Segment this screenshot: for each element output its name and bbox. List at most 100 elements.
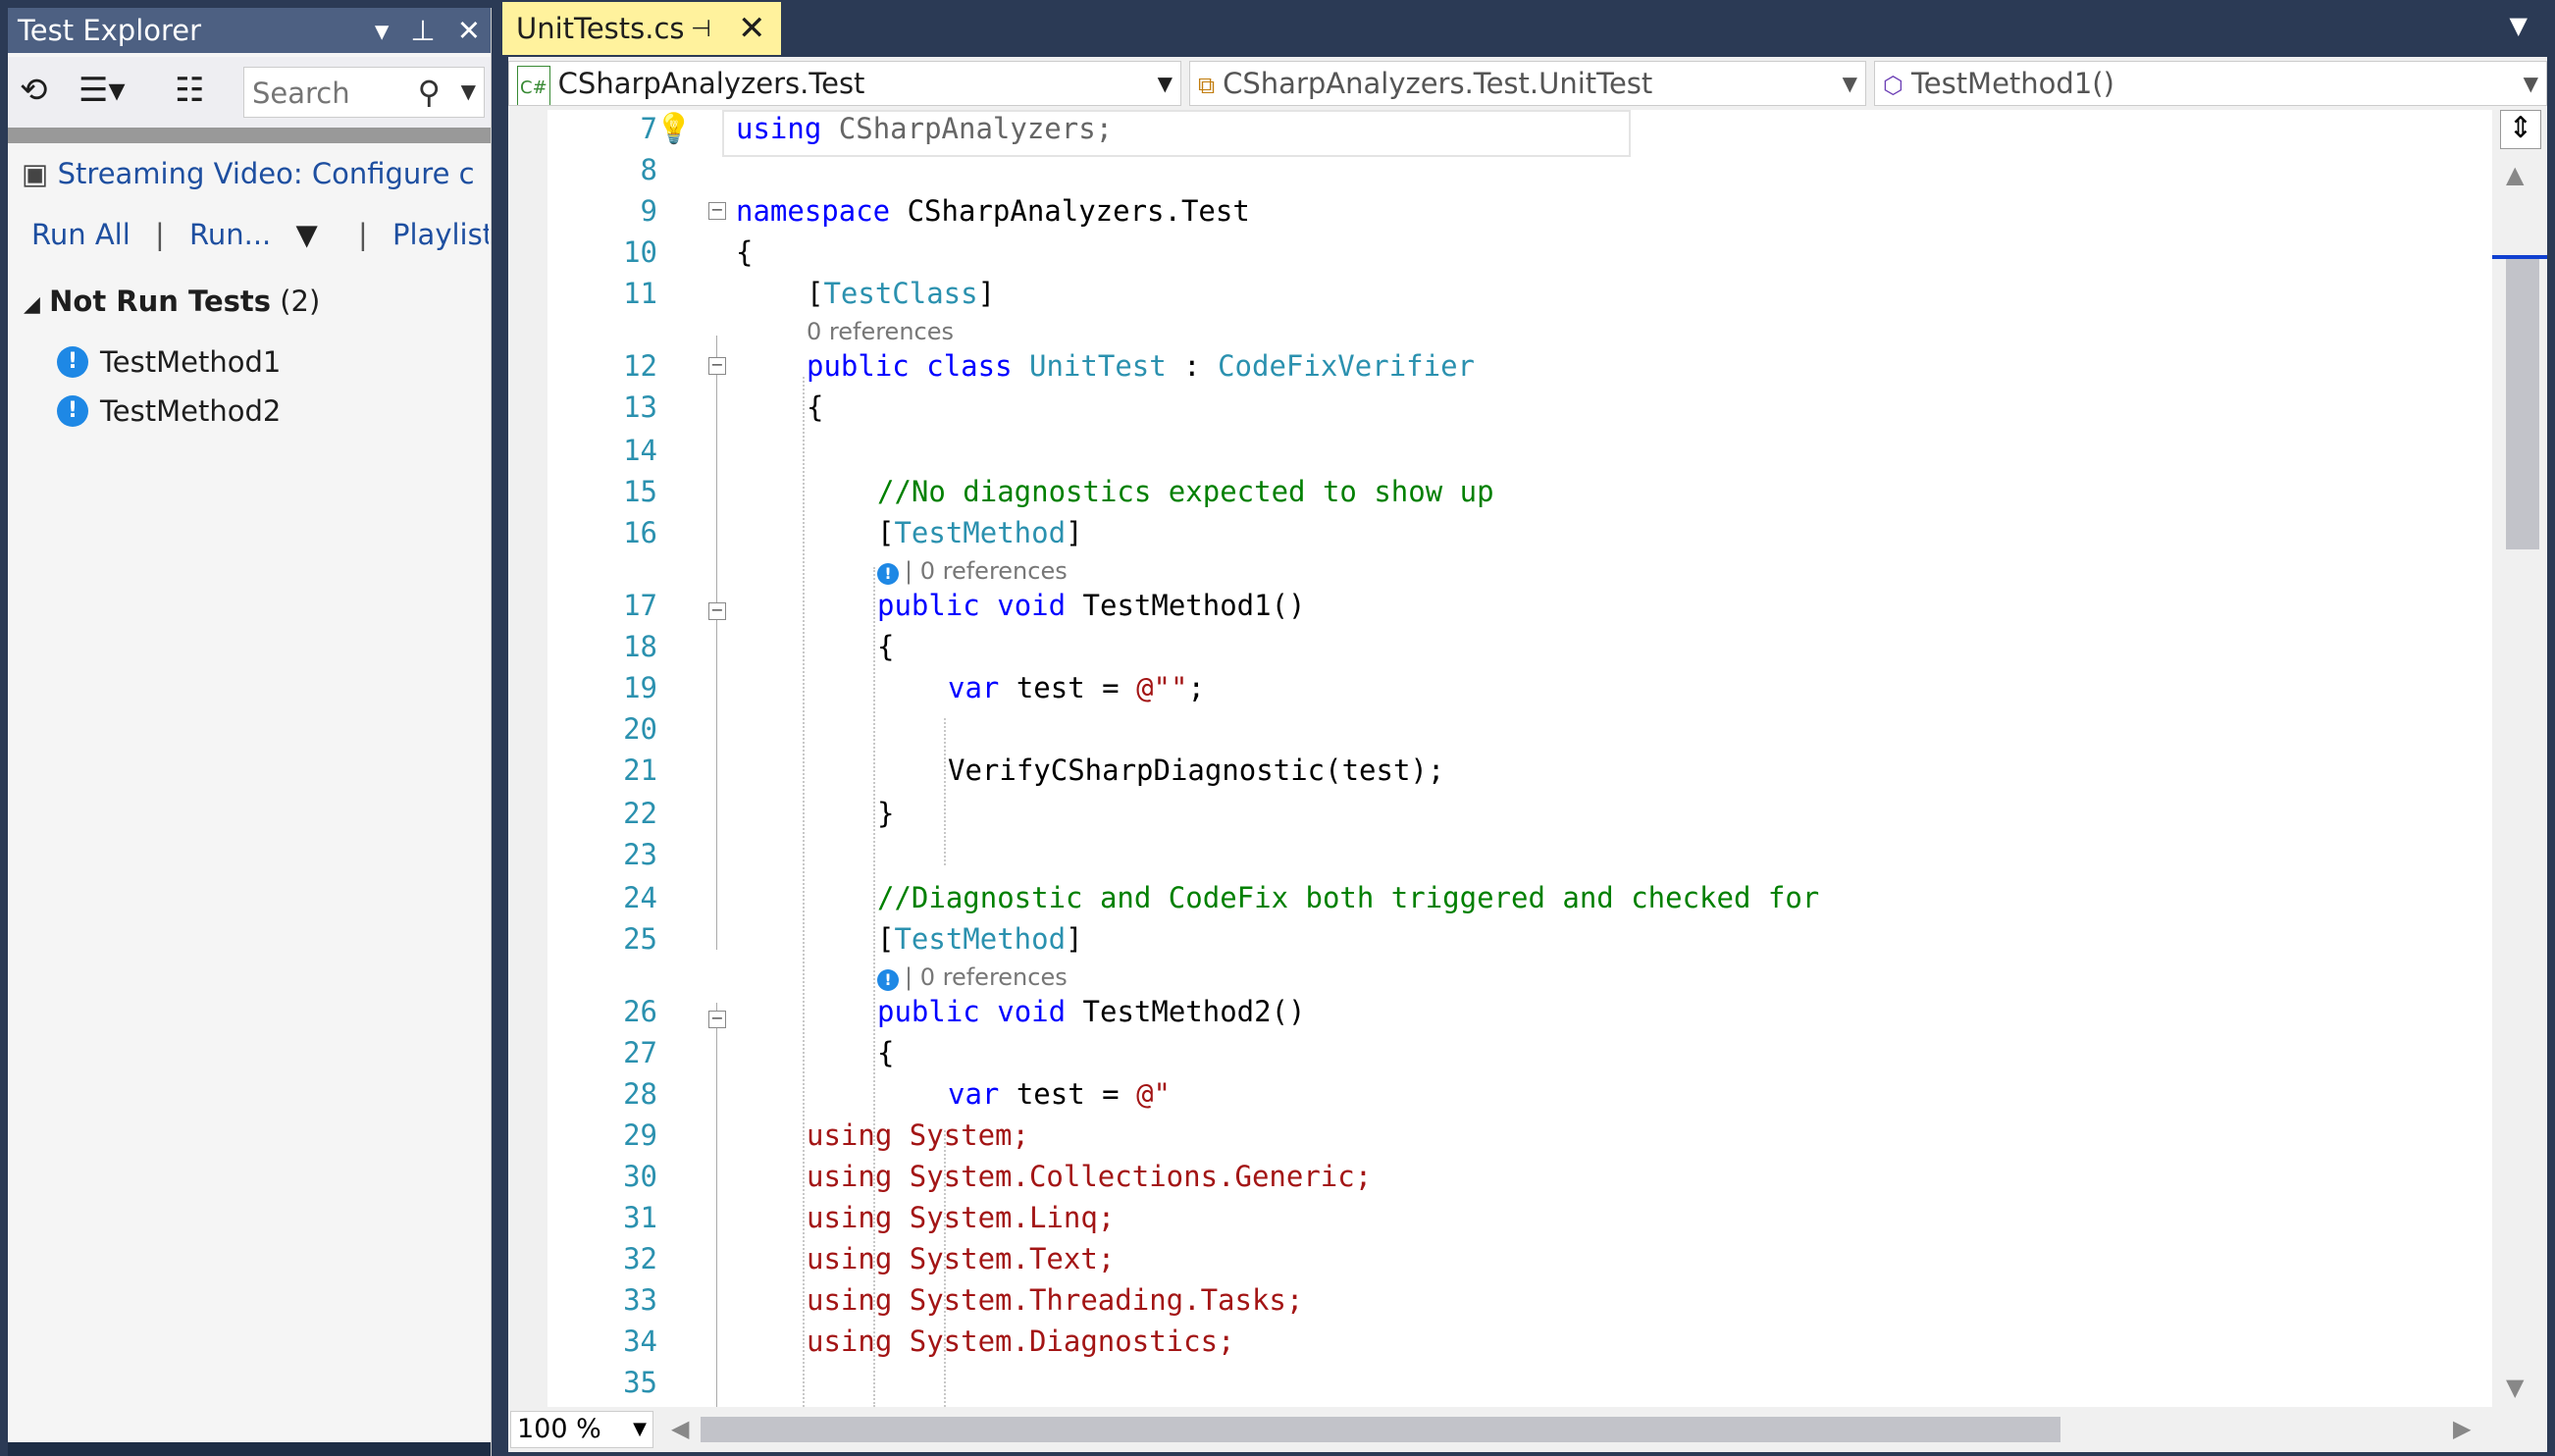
line-number: 35 [623,1366,657,1399]
scroll-thumb[interactable] [2506,259,2539,549]
run-all-link[interactable]: Run All [31,218,130,251]
code-line: var test = @" [948,1077,1171,1111]
separator: | [358,218,368,251]
info-icon: ! [57,346,88,378]
test-search-box[interactable]: ⚲ ▼ [243,67,485,118]
pin-icon[interactable]: ⊥ [410,8,435,53]
code-line: [TestClass] [807,277,996,310]
divider [8,128,491,143]
indicator-margin [508,110,548,1407]
chevron-down-icon[interactable]: ▾ [375,8,390,53]
code-comment: //No diagnostics expected to show up [877,475,1494,508]
collapse-icon[interactable]: − [708,357,726,375]
outline-line [716,1003,717,1407]
scroll-thumb[interactable] [701,1417,2060,1442]
close-icon[interactable]: ✕ [738,2,766,55]
run-link[interactable]: Run... ▼ [189,218,334,251]
test-item[interactable]: ! TestMethod1 [57,345,281,379]
line-number: 13 [623,390,657,424]
csharp-project-icon: C# [517,66,550,105]
tab-unittests[interactable]: UnitTests.cs ⊣ ✕ [502,2,781,55]
outline-line [716,336,717,950]
refresh-icon[interactable]: ⟲ [20,71,48,110]
line-number: 15 [623,475,657,508]
line-number: 11 [623,277,657,310]
code-line: { [807,390,824,424]
collapse-icon[interactable]: − [708,602,726,620]
scroll-up-icon[interactable]: ▲ [2506,161,2524,188]
line-number: 24 [623,881,657,914]
test-name: TestMethod2 [100,394,282,428]
chevron-down-icon: ▼ [633,1419,647,1439]
playlist-link[interactable]: Playlist : All T [392,218,489,251]
code-string-line: using System.Threading.Tasks; [807,1283,1304,1317]
code-line: { [877,630,895,663]
zoom-dropdown[interactable]: 100 % ▼ [510,1411,653,1448]
line-number: 12 [623,349,657,383]
indent-guide [944,718,946,865]
search-input[interactable] [250,74,421,113]
scroll-down-icon[interactable]: ▼ [2506,1374,2524,1401]
line-number: 23 [623,838,657,871]
member-dropdown[interactable]: ⬡ TestMethod1() ▼ [1874,61,2547,106]
line-number: 34 [623,1325,657,1358]
line-number: 30 [623,1160,657,1193]
collapse-icon[interactable]: − [708,1011,726,1028]
chevron-down-icon[interactable]: ▼ [2510,12,2528,39]
search-icon[interactable]: ⚲ [418,74,441,111]
code-string-line: using System.Diagnostics; [807,1325,1235,1358]
info-icon: ! [57,395,88,427]
indent-guide [873,567,875,1407]
vertical-scrollbar[interactable]: ⇕ ▲ ▼ [2492,110,2547,1407]
type-dropdown[interactable]: ⧉ CSharpAnalyzers.Test.UnitTest ▼ [1189,61,1866,106]
test-group-not-run[interactable]: ◢ Not Run Tests (2) [24,285,320,318]
panel-bottom-bar [8,1442,491,1456]
line-number: 27 [623,1036,657,1069]
code-string-line: using System.Linq; [807,1201,1116,1234]
playlist-icon[interactable]: ☷ [175,71,204,110]
code-string-line: using System; [807,1118,1029,1152]
horizontal-scrollbar[interactable]: 100 % ▼ ◀ ▶ [508,1407,2547,1452]
code-string-line: using System.Collections.Generic; [807,1160,1373,1193]
code-line: var test = @""; [948,671,1205,704]
line-number: 28 [623,1077,657,1111]
project-dropdown[interactable]: C# CSharpAnalyzers.Test ▼ [508,61,1181,106]
chevron-down-icon[interactable]: ▼ [461,79,476,103]
line-number: 7 [640,112,657,145]
test-item[interactable]: ! TestMethod2 [57,394,281,428]
line-number: 16 [623,516,657,549]
line-number: 25 [623,922,657,956]
line-number: 17 [623,589,657,622]
line-number: 9 [640,194,657,228]
group-by-icon[interactable]: ☰▾ [78,71,126,110]
codelens-references[interactable]: ! | 0 references [877,557,1068,585]
test-explorer-panel: Test Explorer ▾ ⊥ ✕ ⟲ ☰▾ ☷ ⚲ ▼ ▣ Streami… [8,8,492,1456]
line-number: 29 [623,1118,657,1152]
scroll-right-icon[interactable]: ▶ [2453,1415,2471,1442]
split-handle-icon[interactable]: ⇕ [2500,110,2541,149]
codelens-references[interactable]: 0 references [807,318,954,345]
code-line: public void TestMethod1() [877,589,1306,622]
line-number: 33 [623,1283,657,1317]
code-editor[interactable]: 💡 − − − − 7 8 9 10 11 12 13 14 15 16 17 18 19 20 21 22 2… [508,110,2492,1407]
lightbulb-icon[interactable]: 💡 [655,112,692,146]
pin-icon[interactable]: ⊣ [691,2,711,55]
line-number: 8 [640,153,657,186]
playlist-selector[interactable]: ▣ Streaming Video: Configure c ▼ [22,157,483,190]
code-line: public void TestMethod2() [877,995,1306,1028]
line-number: 26 [623,995,657,1028]
chevron-down-icon: ▼ [2523,72,2538,95]
chevron-down-icon: ▼ [1842,72,1857,95]
close-icon[interactable]: ✕ [457,8,481,53]
collapse-triangle-icon[interactable]: ◢ [24,292,40,317]
class-icon: ⧉ [1198,72,1216,99]
test-explorer-title: Test Explorer [18,14,202,47]
code-line: { [877,1036,895,1069]
code-line: [TestMethod] [877,516,1083,549]
code-line: using CSharpAnalyzers; [736,112,1114,145]
chevron-down-icon: ▼ [1157,72,1173,95]
line-number: 31 [623,1201,657,1234]
codelens-references[interactable]: ! | 0 references [877,963,1068,991]
scroll-left-icon[interactable]: ◀ [671,1415,689,1442]
collapse-icon[interactable]: − [708,202,726,220]
